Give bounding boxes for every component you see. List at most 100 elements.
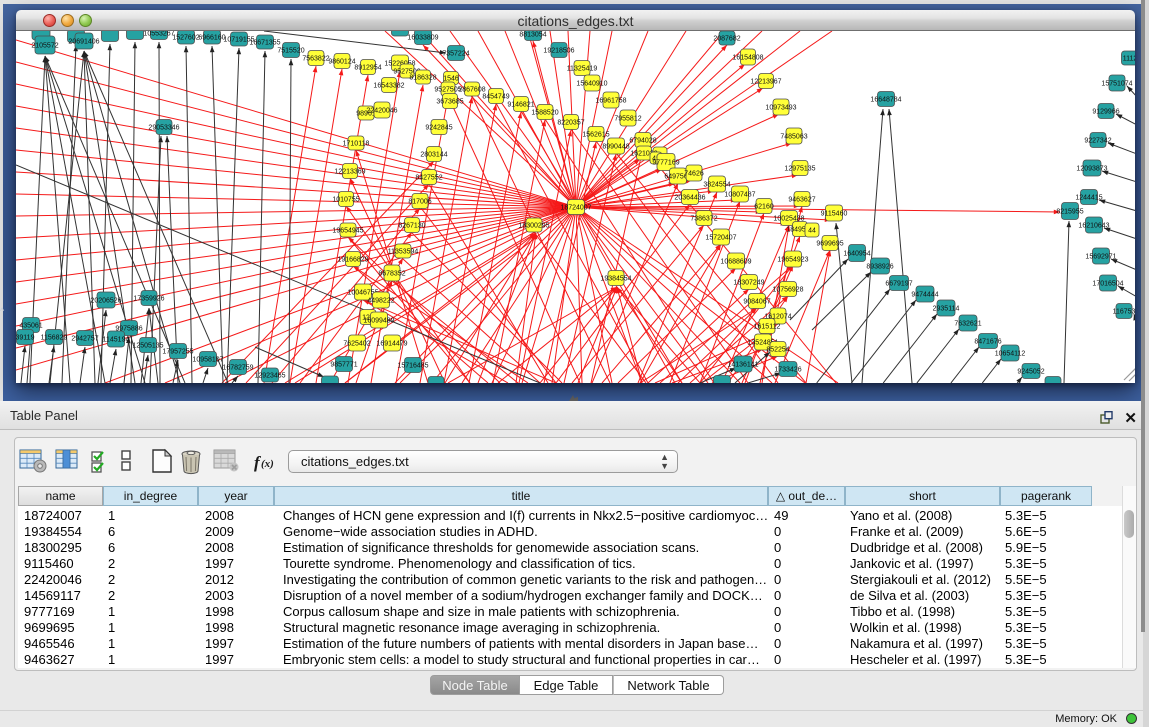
svg-text:16782759: 16782759: [222, 365, 253, 372]
svg-text:2867608: 2867608: [458, 87, 485, 94]
svg-text:15692971: 15692971: [1085, 254, 1116, 261]
svg-text:39119: 39119: [16, 335, 35, 342]
svg-text:8220357: 8220357: [557, 120, 584, 127]
svg-text:10756928: 10756928: [772, 287, 803, 294]
svg-text:11325419: 11325419: [567, 66, 598, 73]
svg-text:12923465: 12923465: [254, 373, 285, 380]
svg-text:9857771: 9857771: [330, 362, 357, 369]
svg-text:9227342: 9227342: [1084, 138, 1111, 145]
svg-text:1615112: 1615112: [754, 324, 781, 331]
svg-text:10973493: 10973493: [765, 105, 796, 112]
svg-text:(x): (x): [261, 458, 274, 470]
svg-text:19654923: 19654923: [777, 257, 808, 264]
svg-text:8215955: 8215955: [1056, 209, 1083, 216]
svg-text:12213967: 12213967: [750, 79, 781, 86]
svg-text:9245052: 9245052: [1017, 369, 1044, 376]
svg-text:20364436: 20364436: [674, 195, 705, 202]
svg-text:12213369: 12213369: [334, 169, 365, 176]
svg-text:18307249: 18307249: [733, 280, 764, 287]
svg-text:16671355: 16671355: [249, 40, 280, 47]
svg-text:16543382: 16543382: [373, 83, 404, 90]
svg-text:8454749: 8454749: [482, 94, 509, 101]
svg-text:10553267: 10553267: [143, 31, 174, 38]
svg-text:116753: 116753: [1113, 309, 1135, 316]
svg-text:8678352: 8678352: [378, 271, 405, 278]
svg-text:12975135: 12975135: [784, 166, 815, 173]
svg-text:9084067: 9084067: [743, 299, 770, 306]
svg-text:74626: 74626: [684, 171, 704, 178]
svg-text:1527602: 1527602: [172, 35, 199, 42]
svg-text:18724007: 18724007: [560, 205, 591, 212]
svg-text:20206526: 20206526: [90, 298, 121, 305]
svg-text:2803144: 2803144: [420, 152, 447, 159]
svg-text:18300295: 18300295: [518, 223, 549, 230]
svg-text:16033809: 16033809: [407, 35, 438, 42]
svg-text:20691406: 20691406: [68, 39, 99, 46]
svg-text:3673685: 3673685: [436, 99, 463, 106]
svg-text:15640910: 15640910: [576, 81, 607, 88]
svg-text:7357224: 7357224: [442, 51, 469, 58]
svg-text:12505135: 12505135: [132, 343, 163, 350]
svg-text:14136141: 14136141: [727, 362, 758, 369]
svg-text:10688609: 10688609: [720, 259, 751, 266]
svg-text:9115460: 9115460: [821, 211, 848, 218]
svg-text:4498222: 4498222: [367, 298, 394, 305]
svg-text:17016504: 17016504: [1092, 281, 1123, 288]
svg-text:19166829: 19166829: [337, 257, 368, 264]
svg-text:44: 44: [808, 228, 816, 235]
svg-text:7632621: 7632621: [954, 321, 981, 328]
svg-text:15716485: 15716485: [397, 363, 428, 370]
svg-text:9146821: 9146821: [507, 102, 534, 109]
svg-text:15720407: 15720407: [705, 235, 736, 242]
svg-text:435061: 435061: [19, 323, 42, 330]
svg-text:7386372: 7386372: [690, 216, 717, 223]
svg-text:7625402: 7625402: [343, 341, 370, 348]
svg-text:2105572: 2105572: [31, 43, 58, 50]
svg-text:9699695: 9699695: [816, 241, 843, 248]
svg-text:9129966: 9129966: [1092, 109, 1119, 116]
svg-text:6794028: 6794028: [629, 138, 656, 145]
svg-text:16914479: 16914479: [376, 341, 407, 348]
svg-text:29053346: 29053346: [148, 125, 179, 132]
svg-text:7955812: 7955812: [614, 116, 641, 123]
svg-text:6966160: 6966160: [198, 35, 225, 42]
svg-text:7485063: 7485063: [780, 134, 807, 141]
svg-text:1546: 1546: [443, 76, 459, 83]
svg-text:19654945: 19654945: [332, 228, 363, 235]
svg-text:2935114: 2935114: [933, 306, 960, 313]
svg-text:1588520: 1588520: [531, 110, 558, 117]
svg-text:8471676: 8471676: [974, 339, 1001, 346]
svg-text:8267130: 8267130: [398, 223, 425, 230]
svg-text:1733426: 1733426: [774, 367, 801, 374]
svg-text:17359926: 17359926: [133, 296, 164, 303]
svg-text:16648784: 16648784: [870, 97, 901, 104]
svg-text:9777169: 9777169: [652, 160, 679, 167]
svg-text:9242845: 9242845: [425, 125, 452, 132]
svg-text:8912954: 8912954: [354, 65, 381, 72]
svg-text:11353594: 11353594: [388, 249, 419, 256]
svg-text:1640954: 1640954: [843, 251, 870, 258]
svg-text:2087682: 2087682: [713, 36, 740, 43]
svg-text:19218506: 19218506: [543, 48, 574, 55]
svg-text:9463627: 9463627: [788, 197, 815, 204]
svg-text:17957255: 17957255: [162, 349, 193, 356]
svg-text:10807487: 10807487: [724, 192, 755, 199]
svg-text:12093873: 12093873: [1076, 166, 1107, 173]
svg-text:62160: 62160: [754, 204, 774, 211]
svg-text:10654112: 10654112: [995, 351, 1026, 358]
svg-text:2942757: 2942757: [71, 336, 98, 343]
svg-text:22420046: 22420046: [366, 108, 397, 115]
svg-text:15751074: 15751074: [1101, 81, 1132, 88]
svg-text:852254: 852254: [766, 347, 789, 354]
svg-text:16099489: 16099489: [363, 318, 394, 325]
svg-text:9860124: 9860124: [328, 59, 355, 66]
svg-text:1562615: 1562615: [582, 132, 609, 139]
svg-text:1710118: 1710118: [343, 141, 370, 148]
svg-text:7563822: 7563822: [302, 56, 329, 63]
svg-text:19384554: 19384554: [600, 276, 631, 283]
svg-text:8938926: 8938926: [866, 264, 893, 271]
svg-text:10958107: 10958107: [192, 357, 223, 364]
svg-text:1145194: 1145194: [103, 337, 130, 344]
svg-text:8427552: 8427552: [415, 175, 442, 182]
svg-text:8186328: 8186328: [409, 75, 436, 82]
